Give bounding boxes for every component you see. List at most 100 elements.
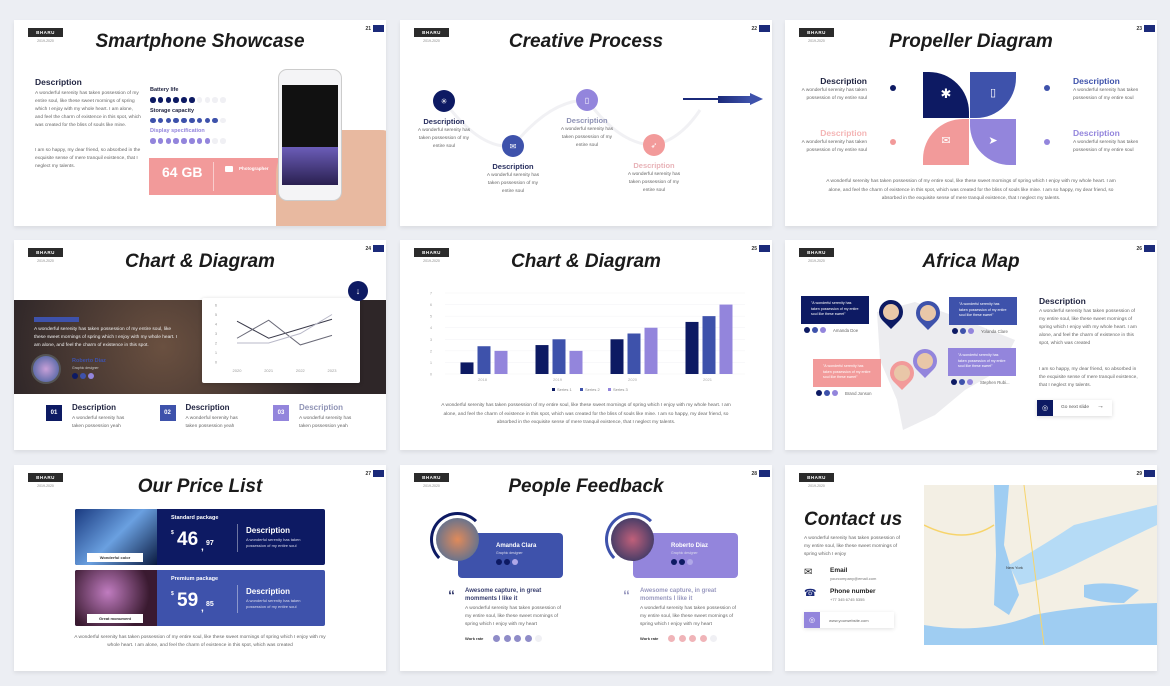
- page-number: 22: [751, 26, 757, 32]
- step-text: A wonderful serenity has taken possessio…: [417, 128, 471, 149]
- slide-price-list[interactable]: A wonderful serenity has taken possessio…: [14, 465, 386, 671]
- person-name: Amanda Clara: [496, 543, 537, 549]
- price-comma: ,: [201, 542, 204, 553]
- divider: [237, 524, 238, 552]
- city-map[interactable]: New York: [924, 485, 1157, 645]
- x-tick-label: 2020: [233, 368, 243, 373]
- rating-dot-filled: [189, 117, 195, 123]
- instagram-icon[interactable]: [88, 373, 94, 379]
- social-icons: [951, 379, 973, 385]
- bar: [535, 345, 549, 374]
- twitter-icon[interactable]: [824, 390, 830, 396]
- propeller-paragraph: A wonderful serenity has taken possessio…: [826, 179, 1116, 201]
- page-flag: [1144, 25, 1155, 32]
- facebook-icon[interactable]: [952, 328, 958, 334]
- slide-title: Chart & Diagram: [125, 251, 275, 272]
- instagram-icon[interactable]: [512, 559, 518, 565]
- twitter-icon[interactable]: [504, 559, 510, 565]
- propeller-item-title: Description: [820, 128, 867, 138]
- page-flag: [373, 245, 384, 252]
- rating-dot-empty: [196, 97, 203, 103]
- rocket-icon: ➶: [650, 140, 658, 150]
- page-flag: [1144, 470, 1155, 477]
- rate-dot-empty: [710, 635, 717, 642]
- rating-label: Storage capacity: [150, 107, 195, 114]
- instagram-icon[interactable]: [687, 559, 693, 565]
- instagram-icon[interactable]: [820, 327, 826, 333]
- page-number: 27: [365, 471, 371, 477]
- facebook-icon[interactable]: [951, 379, 957, 385]
- year-label: 2019-2020: [808, 484, 825, 488]
- propeller-item-title: Description: [820, 76, 867, 86]
- twitter-icon[interactable]: [960, 328, 966, 334]
- price-value: 59: [177, 590, 199, 611]
- item-text: A wonderful serenity has taken possessio…: [299, 416, 352, 429]
- y-tick-label: 0: [430, 372, 433, 377]
- website-link[interactable]: ◎ www.yourwebsite.com: [804, 612, 894, 628]
- email-value[interactable]: yourcompany@email.com: [830, 576, 876, 581]
- twitter-icon[interactable]: [812, 327, 818, 333]
- slide-smartphone-showcase[interactable]: Description A wonderful serenity has tak…: [14, 20, 386, 226]
- facebook-icon[interactable]: [816, 390, 822, 396]
- quote-icon: “: [448, 587, 455, 603]
- legend-label: Series 3: [613, 387, 628, 392]
- instagram-icon[interactable]: [968, 328, 974, 334]
- twitter-icon[interactable]: [959, 379, 965, 385]
- price-card[interactable]: Wonderful color Standard package $46, 97 Des…: [75, 509, 325, 565]
- bar: [685, 321, 699, 374]
- facebook-icon[interactable]: [804, 327, 810, 333]
- facebook-icon[interactable]: [496, 559, 502, 565]
- rate-dot-empty: [535, 635, 542, 642]
- slide-africa-map[interactable]: Description A wonderful serenity has tak…: [785, 240, 1157, 450]
- y-tick-label: 6: [430, 302, 433, 307]
- arrow-down-icon: ↓: [355, 286, 361, 296]
- number-badge: 02: [159, 405, 176, 421]
- rating-dot-filled: [165, 138, 172, 144]
- brand-badge: BHARU: [799, 473, 834, 482]
- rating-dot-empty: [220, 117, 226, 123]
- x-tick-label: 2019: [553, 377, 563, 382]
- rating-dot-filled: [181, 97, 187, 103]
- person-role: Graphic designer: [496, 551, 523, 555]
- map-label: New York: [1006, 565, 1023, 570]
- slide-creative-process[interactable]: BHARU 2019-2020 Creative Process 22 ✳ Descrip…: [400, 20, 772, 226]
- bar: [569, 350, 583, 374]
- y-tick-label: 5: [430, 314, 433, 319]
- go-next-slide-button[interactable]: ◎ Go next slide →: [1037, 400, 1112, 416]
- website-value: www.yourwebsite.com: [829, 618, 869, 623]
- price-cents: 85: [206, 601, 214, 608]
- instagram-icon[interactable]: [967, 379, 973, 385]
- description-text-2: I am so happy, my dear friend, so absorb…: [1039, 367, 1138, 388]
- twitter-icon[interactable]: [679, 559, 685, 565]
- page-number: 25: [751, 246, 757, 252]
- step-title: Description: [633, 161, 675, 170]
- facebook-icon[interactable]: [72, 373, 78, 379]
- avatar: [916, 301, 940, 325]
- bar: [644, 327, 658, 374]
- divider: [237, 585, 238, 613]
- slide-propeller-diagram[interactable]: ✱ ▯ ✉ ➤ A wonderful serenity has taken p…: [785, 20, 1157, 226]
- rating-dot-filled: [173, 97, 179, 103]
- propeller-item-text: A wonderful serenity has taken possessio…: [1073, 88, 1139, 101]
- scroll-down-button[interactable]: ↓: [348, 281, 368, 301]
- slide-chart-diagram-bar[interactable]: 0 1 2 3 4 5 6 7 2018 2019 2020 2021 Series 1 Series 2…: [400, 240, 772, 450]
- rating-dot-empty: [212, 97, 218, 103]
- item-text: A wonderful serenity has taken possessio…: [72, 416, 125, 429]
- legend-swatch: [552, 388, 555, 391]
- slide-people-feedback[interactable]: BHARU 2019-2020 People Feedback 28 Amanda Cl…: [400, 465, 772, 671]
- step-circle: ▯: [576, 89, 598, 111]
- propeller-blade-4: ➤: [970, 119, 1016, 165]
- rating-dot-filled: [189, 97, 195, 103]
- currency: $: [171, 530, 174, 536]
- twitter-icon[interactable]: [80, 373, 86, 379]
- description-heading: Description: [35, 77, 82, 87]
- slide-contact-us[interactable]: A wonderful serenity has taken possessio…: [785, 465, 1157, 671]
- step-text: A wonderful serenity has taken possessio…: [486, 173, 540, 194]
- slide-chart-diagram-line[interactable]: A wonderful serenity has taken possessio…: [14, 240, 386, 450]
- propeller-item-text: A wonderful serenity has taken possessio…: [801, 88, 867, 101]
- instagram-icon[interactable]: [832, 390, 838, 396]
- bar: [702, 316, 716, 374]
- banner-text: A wonderful serenity has taken possessio…: [34, 327, 178, 348]
- price-card[interactable]: Great monument Premium package $59, 85 Descr…: [75, 570, 325, 626]
- facebook-icon[interactable]: [671, 559, 677, 565]
